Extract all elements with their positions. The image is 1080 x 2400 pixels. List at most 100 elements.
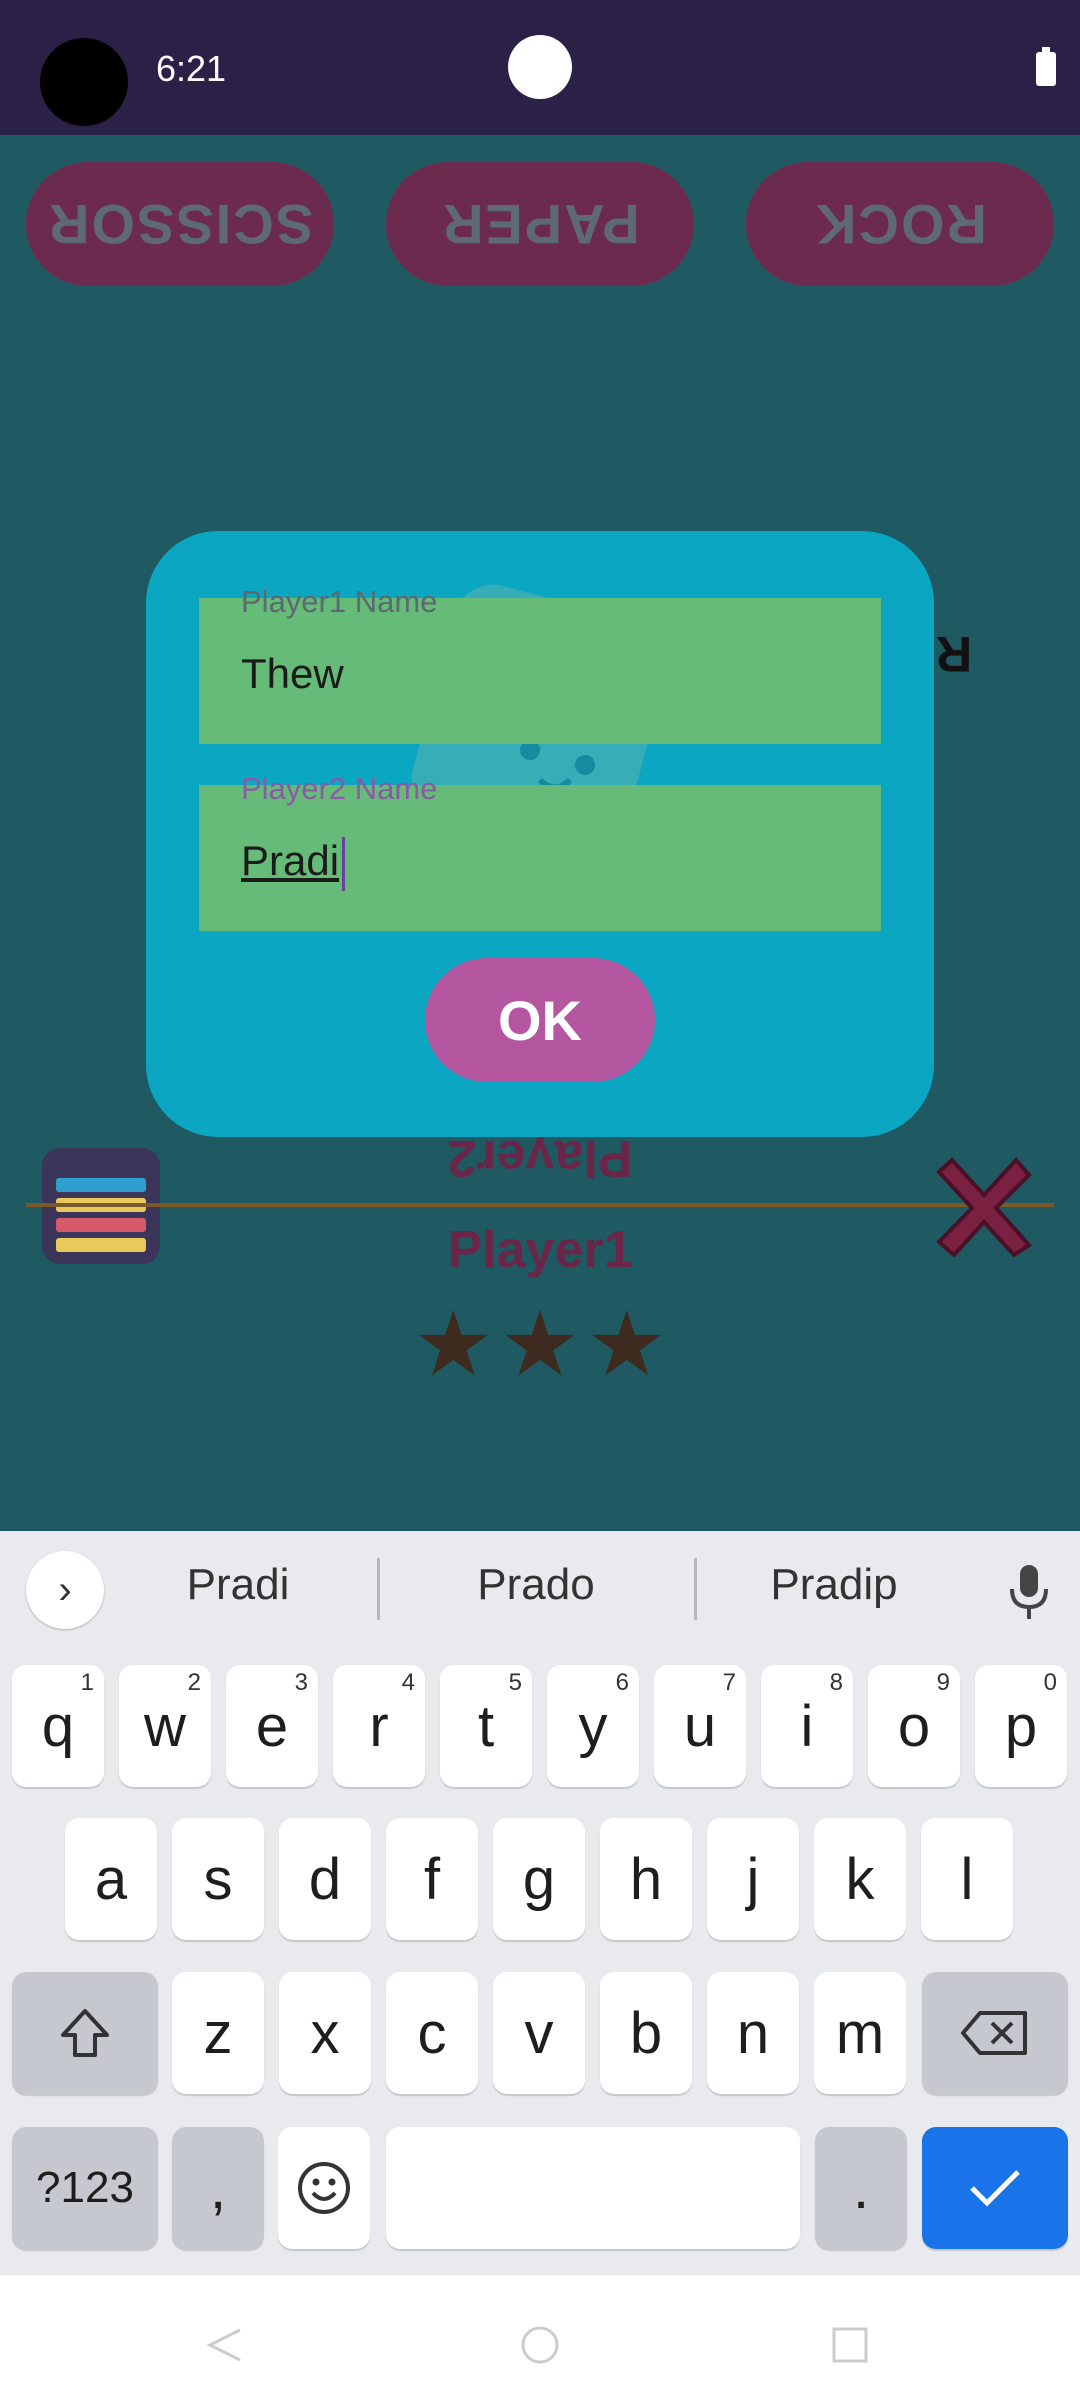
- star-icon: ★: [586, 1295, 668, 1395]
- emoji-icon: [298, 2162, 350, 2214]
- comma-key[interactable]: ,: [172, 2127, 264, 2249]
- key-o[interactable]: o9: [868, 1665, 960, 1787]
- check-icon: [970, 2170, 1020, 2207]
- key-label: f: [423, 1846, 441, 1912]
- key-l[interactable]: l: [921, 1818, 1013, 1940]
- shift-key[interactable]: [12, 1972, 158, 2094]
- key-c[interactable]: c: [386, 1972, 478, 2094]
- key-e[interactable]: e3: [226, 1665, 318, 1787]
- key-r[interactable]: r4: [333, 1665, 425, 1787]
- close-icon[interactable]: [934, 1150, 1034, 1260]
- key-label: s: [203, 1846, 233, 1912]
- key-n[interactable]: n: [707, 1972, 799, 2094]
- key-number-hint: 4: [401, 1669, 415, 1696]
- key-label: z: [203, 2000, 233, 2066]
- status-indicator: [508, 35, 572, 99]
- key-label: w: [144, 1693, 186, 1759]
- emoji-key[interactable]: [278, 2127, 370, 2249]
- player2-name-value: Pradi: [241, 837, 340, 884]
- key-k[interactable]: k: [814, 1818, 906, 1940]
- key-s[interactable]: s: [172, 1818, 264, 1940]
- home-icon[interactable]: [520, 2325, 560, 2365]
- text-caret: [342, 837, 345, 891]
- backspace-key[interactable]: [922, 1972, 1068, 2094]
- key-w[interactable]: w2: [119, 1665, 211, 1787]
- period-key[interactable]: .: [815, 2127, 907, 2249]
- key-b[interactable]: b: [600, 1972, 692, 2094]
- key-label: k: [845, 1846, 875, 1912]
- key-a[interactable]: a: [65, 1818, 157, 1940]
- key-label: p: [1004, 1693, 1038, 1759]
- key-z[interactable]: z: [172, 1972, 264, 2094]
- player2-name-label: Player2 Name: [241, 771, 438, 806]
- key-label: t: [477, 1693, 495, 1759]
- key-m[interactable]: m: [814, 1972, 906, 2094]
- player1-name-value: Thew: [241, 650, 344, 697]
- key-label: a: [94, 1846, 128, 1912]
- key-label: u: [683, 1693, 717, 1759]
- key-p[interactable]: p0: [975, 1665, 1067, 1787]
- key-g[interactable]: g: [493, 1818, 585, 1940]
- key-f[interactable]: f: [386, 1818, 478, 1940]
- period-label: .: [852, 2155, 870, 2221]
- key-label: m: [835, 2000, 885, 2066]
- key-number-hint: 5: [508, 1669, 522, 1696]
- key-number-hint: 0: [1043, 1669, 1057, 1696]
- player1-label: Player1: [447, 1221, 633, 1279]
- key-label: g: [522, 1846, 556, 1912]
- suggestion-2[interactable]: Prado: [386, 1560, 686, 1610]
- back-icon[interactable]: [205, 2325, 245, 2365]
- player1-name-field[interactable]: Player1 Name Thew: [199, 584, 881, 744]
- star-rating: ★ ★ ★: [0, 1300, 1080, 1390]
- rock-label: ROCK: [813, 192, 987, 256]
- key-label: v: [524, 2000, 554, 2066]
- battery-icon: [1036, 47, 1056, 86]
- key-u[interactable]: u7: [654, 1665, 746, 1787]
- paper-label: PAPER: [440, 192, 640, 256]
- key-label: d: [308, 1846, 342, 1912]
- space-key[interactable]: [386, 2127, 800, 2249]
- key-j[interactable]: j: [707, 1818, 799, 1940]
- navigation-bar: [0, 2275, 1080, 2400]
- backspace-icon: [961, 2011, 1027, 2055]
- paper-button[interactable]: PAPER: [386, 162, 694, 286]
- suggestion-3[interactable]: Pradip: [684, 1560, 984, 1610]
- key-label: n: [736, 2000, 770, 2066]
- key-number-hint: 7: [722, 1669, 736, 1696]
- key-label: i: [800, 1693, 814, 1759]
- scissor-label: SCISSOR: [46, 192, 314, 256]
- key-t[interactable]: t5: [440, 1665, 532, 1787]
- suggestion-1[interactable]: Pradi: [88, 1560, 388, 1610]
- scissor-button[interactable]: SCISSOR: [26, 162, 334, 286]
- key-q[interactable]: q1: [12, 1665, 104, 1787]
- key-label: q: [41, 1693, 75, 1759]
- key-number-hint: 2: [187, 1669, 201, 1696]
- key-h[interactable]: h: [600, 1818, 692, 1940]
- key-label: r: [369, 1693, 389, 1759]
- key-number-hint: 9: [936, 1669, 950, 1696]
- key-number-hint: 3: [294, 1669, 308, 1696]
- recents-icon[interactable]: [830, 2325, 870, 2365]
- star-icon: ★: [412, 1295, 494, 1395]
- key-label: h: [629, 1846, 663, 1912]
- key-i[interactable]: i8: [761, 1665, 853, 1787]
- player1-name-label: Player1 Name: [241, 584, 438, 619]
- suggestion-divider: [377, 1558, 380, 1620]
- player2-name-field[interactable]: Player2 Name Pradi: [199, 771, 881, 931]
- ok-button[interactable]: OK: [425, 958, 655, 1082]
- enter-key[interactable]: [922, 2127, 1068, 2249]
- key-x[interactable]: x: [279, 1972, 371, 2094]
- shift-icon: [61, 2009, 109, 2057]
- key-d[interactable]: d: [279, 1818, 371, 1940]
- key-number-hint: 1: [80, 1669, 94, 1696]
- key-v[interactable]: v: [493, 1972, 585, 2094]
- symbols-key[interactable]: ?123: [12, 2127, 158, 2249]
- key-label: c: [417, 2000, 447, 2066]
- mic-icon[interactable]: [1005, 1563, 1053, 1621]
- rock-button[interactable]: ROCK: [746, 162, 1054, 286]
- status-time: 6:21: [156, 48, 227, 89]
- key-label: x: [310, 2000, 340, 2066]
- key-y[interactable]: y6: [547, 1665, 639, 1787]
- comma-label: ,: [209, 2155, 227, 2221]
- key-label: j: [746, 1846, 760, 1912]
